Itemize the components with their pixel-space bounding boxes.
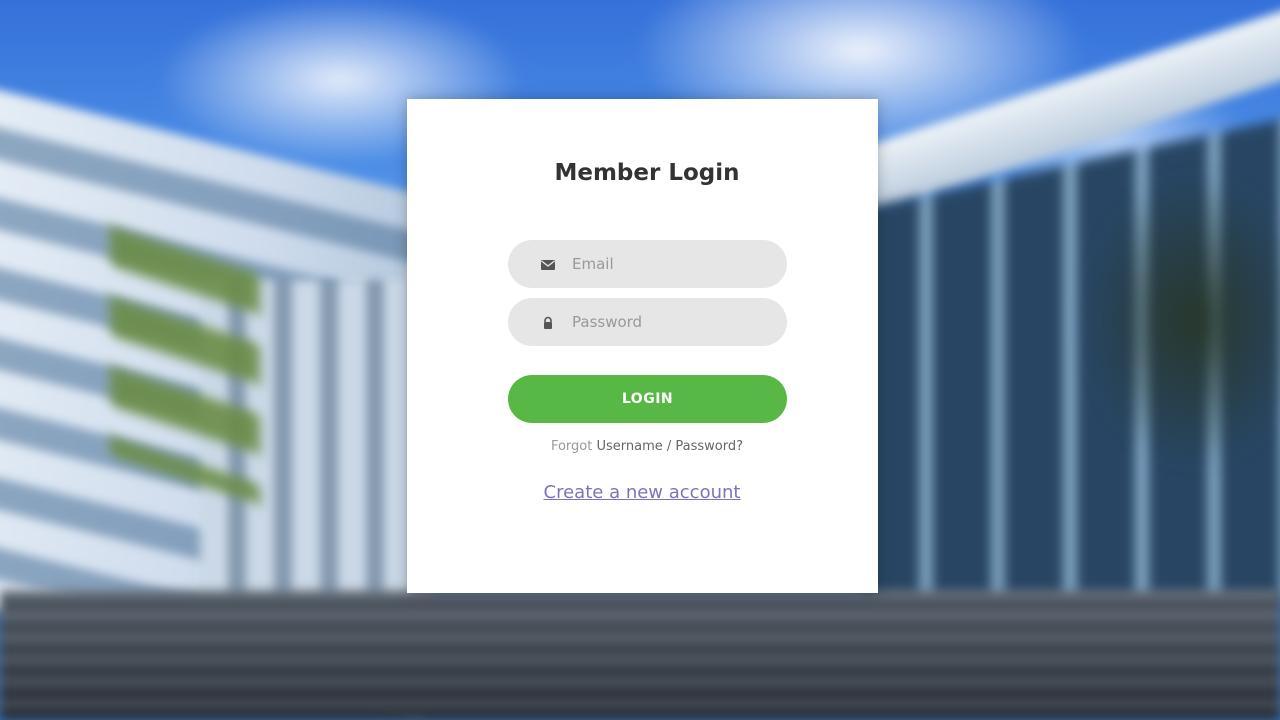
create-account: Create a new account (0, 481, 1280, 505)
lock-icon (540, 315, 556, 329)
ground-area (0, 590, 1280, 720)
password-field[interactable]: Password (508, 298, 787, 346)
create-account-link[interactable]: Create a new account (544, 482, 741, 503)
password-placeholder: Password (572, 313, 643, 331)
forgot-credentials: Forgot Username / Password? (0, 437, 1280, 457)
forgot-prefix: Forgot (550, 439, 593, 454)
forgot-credentials-link[interactable]: Username / Password? (596, 439, 743, 454)
login-button[interactable]: LOGIN (508, 375, 787, 423)
email-field[interactable]: Email (508, 240, 787, 288)
balcony-plants (110, 225, 260, 505)
email-placeholder: Email (572, 255, 614, 273)
trees (1080, 170, 1280, 470)
page-title: Member Login (554, 160, 740, 186)
envelope-icon (540, 257, 556, 271)
